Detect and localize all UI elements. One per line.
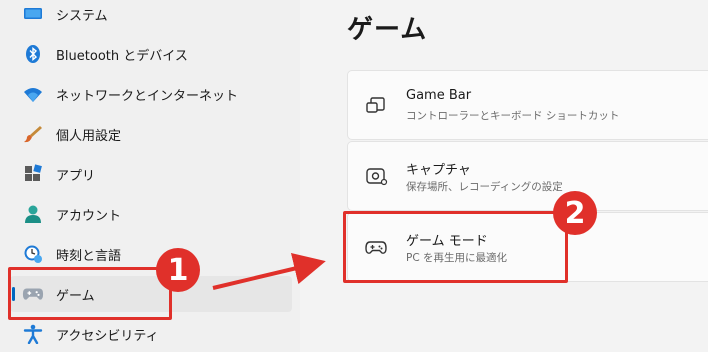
arrow-annotation bbox=[212, 252, 326, 290]
